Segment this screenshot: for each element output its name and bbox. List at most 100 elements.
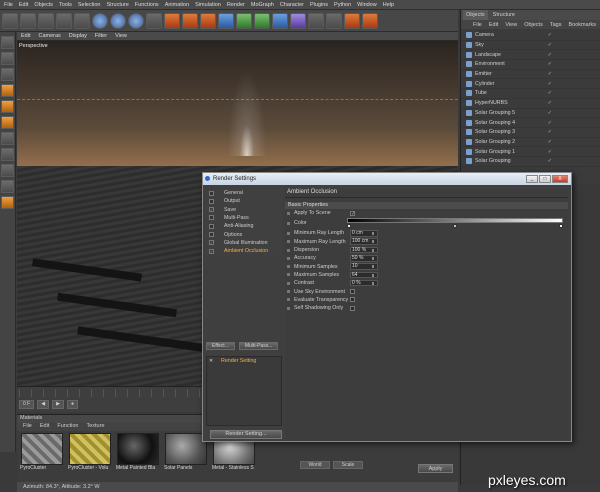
- object-row[interactable]: Solar Grouping 5 ✓: [461, 109, 600, 119]
- material-menu-edit[interactable]: Edit: [40, 423, 49, 431]
- redo-button[interactable]: [20, 12, 36, 29]
- gradient-knot[interactable]: [453, 224, 457, 229]
- object-row[interactable]: Cylinder ✓: [461, 79, 600, 90]
- move-tool-button[interactable]: [38, 12, 54, 29]
- parameter-value-field[interactable]: 0 %: [350, 279, 378, 287]
- object-row[interactable]: Tube ✓: [461, 89, 600, 99]
- multipass-button[interactable]: Multi-Pass...: [238, 342, 279, 350]
- visibility-check-icon[interactable]: ✓: [548, 81, 552, 87]
- material-menu-texture[interactable]: Texture: [86, 423, 104, 431]
- option-checkbox[interactable]: [350, 305, 355, 311]
- apply-to-scene-checkbox[interactable]: ✓: [350, 210, 355, 216]
- snap-button[interactable]: [1, 148, 14, 161]
- polygons-mode-button[interactable]: [1, 116, 14, 129]
- maximize-button[interactable]: □: [539, 175, 551, 183]
- undo-button[interactable]: [2, 12, 18, 29]
- visibility-check-icon[interactable]: ✓: [548, 139, 552, 145]
- obj-menu-edit[interactable]: Edit: [489, 22, 498, 28]
- render-picture-viewer-button[interactable]: [182, 12, 198, 29]
- menu-edit[interactable]: Edit: [19, 2, 28, 8]
- world-dropdown[interactable]: World: [300, 461, 330, 469]
- visibility-check-icon[interactable]: ✓: [548, 120, 552, 126]
- scale-tool-button[interactable]: [56, 12, 72, 29]
- material-item[interactable]: Metal Painted Bla: [116, 433, 160, 471]
- nav-checkbox[interactable]: [209, 215, 214, 221]
- visibility-check-icon[interactable]: ✓: [548, 42, 552, 48]
- parameter-value-field[interactable]: 0 cm: [350, 230, 378, 237]
- visibility-check-icon[interactable]: ✓: [548, 129, 552, 135]
- color-gradient[interactable]: [347, 218, 563, 224]
- rotate-tool-button[interactable]: [74, 12, 90, 29]
- nav-item[interactable]: Multi-Pass: [206, 214, 282, 222]
- effect-button[interactable]: Effect...: [206, 342, 235, 350]
- obj-menu-objects[interactable]: Objects: [524, 22, 543, 28]
- viewport-menu-cameras[interactable]: Cameras: [38, 33, 60, 39]
- workplane-button[interactable]: [1, 132, 14, 145]
- nav-checkbox[interactable]: ✓: [209, 248, 214, 254]
- visibility-check-icon[interactable]: ✓: [548, 158, 552, 164]
- parameter-value-field[interactable]: 50 %: [350, 255, 378, 262]
- sculpt-button[interactable]: [1, 196, 14, 209]
- obj-menu-file[interactable]: File: [473, 22, 482, 28]
- visibility-check-icon[interactable]: ✓: [548, 149, 552, 155]
- coordinate-system-button[interactable]: [146, 12, 162, 29]
- viewport-menu-view[interactable]: View: [115, 33, 127, 39]
- object-row[interactable]: Solar Grouping ✓: [461, 157, 600, 167]
- parameter-value-field[interactable]: 100 %: [350, 246, 378, 254]
- tab-objects[interactable]: Objects: [463, 10, 488, 20]
- nav-item[interactable]: Options: [206, 230, 282, 238]
- pen-spline-button[interactable]: [236, 12, 252, 29]
- option-checkbox[interactable]: [350, 297, 355, 303]
- array-button[interactable]: [272, 12, 288, 29]
- menu-simulation[interactable]: Simulation: [195, 2, 221, 8]
- play-button[interactable]: ▶: [52, 400, 64, 409]
- obj-menu-bookmarks[interactable]: Bookmarks: [568, 22, 596, 28]
- object-row[interactable]: Sky ✓: [461, 41, 600, 51]
- nav-checkbox[interactable]: [209, 190, 214, 196]
- object-row[interactable]: Landscape ✓: [461, 50, 600, 61]
- menu-character[interactable]: Character: [280, 2, 304, 8]
- parameter-value-field[interactable]: 10: [350, 263, 378, 270]
- edges-mode-button[interactable]: [1, 100, 14, 113]
- option-checkbox[interactable]: [350, 289, 355, 295]
- x-axis-button[interactable]: [92, 12, 108, 29]
- texture-mode-button[interactable]: [1, 52, 14, 65]
- scale-dropdown[interactable]: Scale: [333, 461, 363, 469]
- parameter-value-field[interactable]: 64: [350, 271, 378, 279]
- object-row[interactable]: Solar Grouping 4 ✓: [461, 118, 600, 128]
- close-setting-icon[interactable]: ✕: [209, 359, 214, 364]
- gradient-knot[interactable]: [347, 224, 351, 229]
- visibility-check-icon[interactable]: ✓: [548, 90, 552, 96]
- nav-item[interactable]: ✓ Ambient Occlusion: [206, 247, 282, 255]
- material-menu-function[interactable]: Function: [57, 423, 78, 431]
- points-mode-button[interactable]: [1, 84, 14, 97]
- menu-animation[interactable]: Animation: [165, 2, 189, 8]
- material-item[interactable]: PyroCluster: [20, 433, 64, 471]
- minimize-button[interactable]: _: [526, 175, 538, 183]
- menu-functions[interactable]: Functions: [135, 2, 159, 8]
- visibility-check-icon[interactable]: ✓: [548, 61, 552, 67]
- object-row[interactable]: HyperNURBS ✓: [461, 99, 600, 109]
- gradient-knot[interactable]: [559, 224, 563, 229]
- record-button[interactable]: ●: [66, 400, 78, 409]
- close-button[interactable]: X: [552, 175, 568, 183]
- visibility-check-icon[interactable]: ✓: [548, 71, 552, 77]
- viewport-menu-filter[interactable]: Filter: [95, 33, 107, 39]
- material-item[interactable]: PyroCluster - Volu: [68, 433, 112, 471]
- dialog-titlebar[interactable]: Render Settings _ □ X: [203, 173, 571, 185]
- nav-checkbox[interactable]: [209, 223, 214, 229]
- play-back-button[interactable]: ◀: [37, 400, 50, 409]
- menu-render[interactable]: Render: [227, 2, 245, 8]
- render-setting-button[interactable]: Render Setting...: [210, 430, 282, 439]
- y-axis-button[interactable]: [110, 12, 126, 29]
- nav-checkbox[interactable]: [209, 231, 214, 237]
- cube-object-button[interactable]: [218, 12, 234, 29]
- nav-checkbox[interactable]: ✓: [209, 240, 214, 246]
- model-mode-button[interactable]: [1, 36, 14, 49]
- menu-structure[interactable]: Structure: [107, 2, 129, 8]
- viewport-menu-display[interactable]: Display: [69, 33, 87, 39]
- nav-item[interactable]: Output: [206, 197, 282, 205]
- menu-tools[interactable]: Tools: [59, 2, 72, 8]
- solo-button[interactable]: [1, 164, 14, 177]
- visibility-check-icon[interactable]: ✓: [548, 110, 552, 116]
